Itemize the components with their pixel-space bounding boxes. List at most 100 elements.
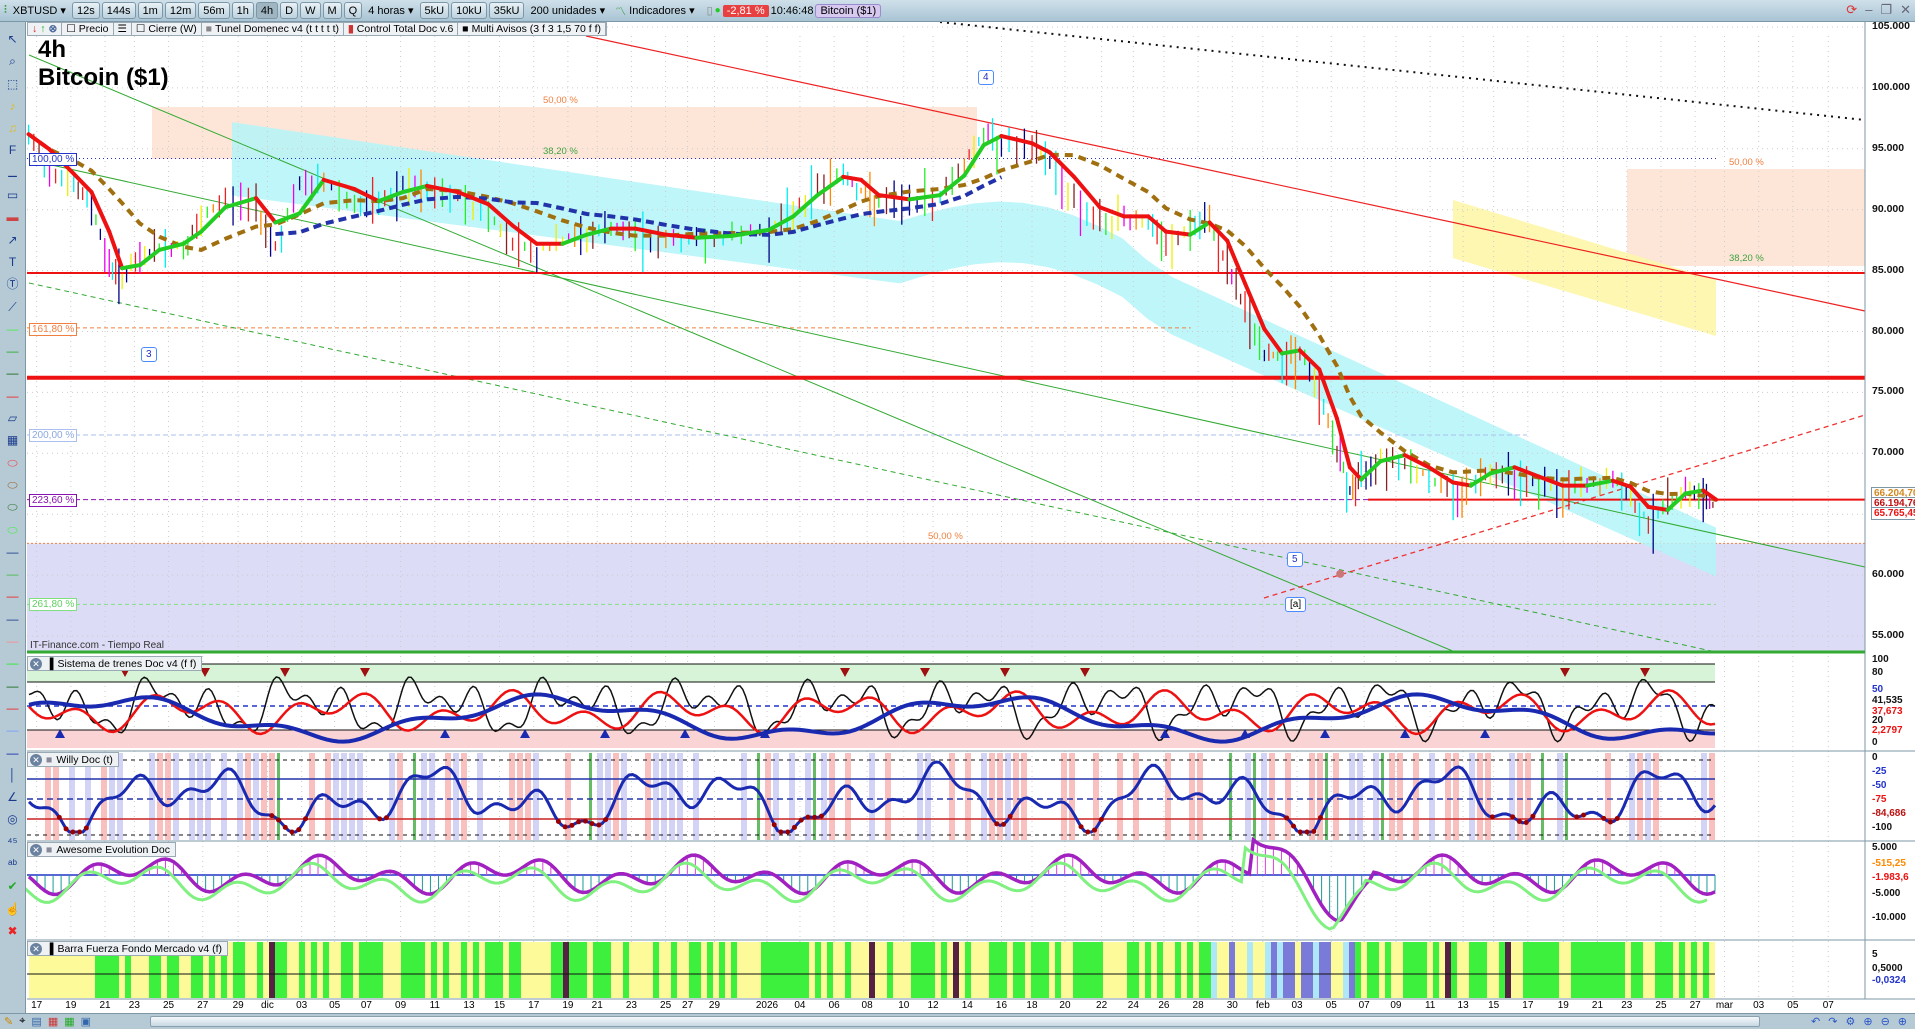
check-icon[interactable]: ✔ (1, 875, 25, 897)
indicators-button[interactable]: 〽 Indicadores ▾ (611, 2, 699, 19)
timeframe-12s[interactable]: 12s (71, 2, 100, 19)
green-hline2-icon[interactable]: — (1, 340, 25, 362)
close-panel-icon[interactable]: ✕ (30, 657, 42, 670)
panel-label-awesome[interactable]: ✕ ■ Awesome Evolution Doc (27, 842, 176, 857)
symbol-selector[interactable]: XBTUSD ▾ (9, 2, 70, 19)
timeframe-144s[interactable]: 144s (101, 2, 136, 19)
legend-item-precio[interactable]: ☐ Precio (62, 23, 114, 35)
volume-5kU[interactable]: 5kU (419, 2, 450, 19)
wave-label-4[interactable]: 4 (978, 70, 994, 85)
timeframe-D[interactable]: D (280, 2, 299, 19)
abc-icon[interactable]: ᵃᵇ (1, 853, 25, 875)
wave-label-3[interactable]: 3 (141, 347, 157, 362)
timeframe-Q[interactable]: Q (343, 2, 363, 19)
panel-label-barra[interactable]: ✕ ▐ Barra Fuerza Fondo Mercado v4 (f) (27, 941, 229, 956)
restore-icon[interactable]: ❐ (1880, 2, 1892, 18)
blue-hline-icon[interactable]: — (1, 719, 25, 741)
green-hline-icon[interactable]: — (1, 318, 25, 340)
black-line-icon[interactable]: — (1, 541, 25, 563)
volume-10kU[interactable]: 10kU (451, 2, 487, 19)
fib-label-261[interactable]: 261,80 % (29, 598, 78, 611)
units-selector[interactable]: 200 unidades ▾ (526, 2, 609, 19)
wave-label-5[interactable]: 5 (1287, 552, 1303, 567)
close-panel-icon[interactable]: ✕ (30, 753, 42, 766)
cursor-icon[interactable]: ↖ (1, 28, 25, 50)
fib-label-161[interactable]: 161,80 % (29, 323, 78, 336)
salmon-hline-icon[interactable]: — (1, 630, 25, 652)
zoom-icon[interactable]: ⌕ (1, 50, 25, 72)
red-ellipse-icon[interactable]: ⬭ (1, 452, 25, 474)
info-icon[interactable]: ▯ (707, 4, 713, 17)
green-ellipse-icon[interactable]: ⬭ (1, 496, 25, 518)
circle-icon[interactable]: ◎ (1, 808, 25, 830)
volume-35kU[interactable]: 35kU (488, 2, 525, 19)
fib-label-200[interactable]: 200,00 % (29, 429, 78, 442)
fib-line-icon[interactable]: ⚊ (1, 162, 25, 184)
wave-label-a[interactable]: [a] (1285, 597, 1307, 612)
horizontal-scrollbar[interactable] (150, 1016, 1760, 1027)
close-icon[interactable]: ✕ (1900, 2, 1911, 18)
zoom-in-icon[interactable]: ⊕ (1898, 1015, 1907, 1028)
thumbs-up-icon[interactable]: ☝ (1, 898, 25, 920)
text-bubble-icon[interactable]: Ⓣ (1, 273, 25, 295)
brown-ellipse-icon[interactable]: ⬭ (1, 474, 25, 496)
timeframe-M[interactable]: M (322, 2, 342, 19)
move-down-icon[interactable]: ↓ (32, 23, 37, 35)
vline-icon[interactable]: │ (1, 764, 25, 786)
timeframe-W[interactable]: W (300, 2, 321, 19)
angle-icon[interactable]: ∠ (1, 786, 25, 808)
segment-icon[interactable]: ⟋ (1, 296, 25, 318)
timeframe-4h[interactable]: 4h (255, 2, 279, 19)
red-hline-icon[interactable]: — (1, 385, 25, 407)
legend-item-cierre[interactable]: ☐ Cierre (W) (132, 23, 202, 35)
dark-hline-icon[interactable]: — (1, 362, 25, 384)
zoom-fit-icon[interactable]: ⊕ (1863, 1015, 1872, 1028)
zoom-area-icon[interactable]: ⬚ (1, 73, 25, 95)
period-selector[interactable]: 4 horas ▾ (364, 2, 417, 19)
rectangle-icon[interactable]: ▭ (1, 184, 25, 206)
zoom-out-icon[interactable]: ⊖ (1881, 1015, 1890, 1028)
elliott-icon[interactable]: ⁴⁵ (1, 831, 25, 853)
fib-label-100[interactable]: 100,00 % (29, 153, 78, 166)
minimize-icon[interactable]: – (1865, 2, 1872, 18)
fib-label-223[interactable]: 223,60 % (29, 494, 78, 507)
move-up-icon[interactable]: ↑ (40, 23, 45, 35)
list-icon[interactable]: ☰ (114, 23, 132, 35)
undo-icon[interactable]: ↶ (1811, 1015, 1820, 1028)
timeframe-56m[interactable]: 56m (198, 2, 230, 19)
fib-icon[interactable]: F (1, 139, 25, 161)
delete-icon[interactable]: ✖ (1, 920, 25, 942)
ruler-icon[interactable]: ▱ (1, 407, 25, 429)
calendar-icon[interactable]: ▦ (48, 1015, 58, 1028)
close-panel-icon[interactable]: ✕ (30, 843, 42, 856)
alert-icon[interactable]: ♫ (1, 117, 25, 139)
panel-label-willy[interactable]: ✕ ■ Willy Doc (t) (27, 752, 119, 767)
red-line-icon[interactable]: — (1, 585, 25, 607)
legend-item-control-total[interactable]: ▮ Control Total Doc v.6 (344, 23, 459, 35)
darkgreen-hline-icon[interactable]: — (1, 675, 25, 697)
legend-actions[interactable]: ↓ ↑ ⊗ (28, 23, 63, 35)
arrow-icon[interactable]: ↗ (1, 229, 25, 251)
timeframe-12m[interactable]: 12m (164, 2, 197, 19)
cursor-tool-icon[interactable]: ⌖ (19, 1015, 25, 1028)
legend-item-multi-avisos[interactable]: ■ Multi Avisos (3 f 3 1,5 70 f f) (458, 23, 607, 35)
panel-label-sistema[interactable]: ✕ ▐ Sistema de trenes Doc v4 (f f) (27, 656, 203, 671)
redo-icon[interactable]: ↷ (1828, 1015, 1837, 1028)
timeframe-1m[interactable]: 1m (137, 2, 163, 19)
channel-icon[interactable]: ▦ (1, 429, 25, 451)
refresh-icon[interactable]: ⟳ (1846, 2, 1857, 18)
filled-rectangle-icon[interactable]: ▬ (1, 206, 25, 228)
red-hline2-icon[interactable]: — (1, 697, 25, 719)
black-hline-icon[interactable]: — (1, 608, 25, 630)
layers-icon[interactable]: ▤ (31, 1015, 41, 1028)
alert-edit-icon[interactable]: ♪ (1, 95, 25, 117)
timeframe-1h[interactable]: 1h (231, 2, 254, 19)
close-panel-icon[interactable]: ✕ (30, 942, 42, 955)
grid-icon[interactable]: ▦ (64, 1015, 74, 1028)
navy-hline-icon[interactable]: — (1, 742, 25, 764)
legend-item-tunel[interactable]: ■ Tunel Domenec v4 (t t t t t) (202, 23, 345, 35)
lime-hline-icon[interactable]: — (1, 652, 25, 674)
pencil-icon[interactable]: ✎ (4, 1015, 13, 1028)
device-icon[interactable]: ▣ (81, 1015, 91, 1028)
settings-icon[interactable]: ⚙ (1845, 1015, 1855, 1028)
